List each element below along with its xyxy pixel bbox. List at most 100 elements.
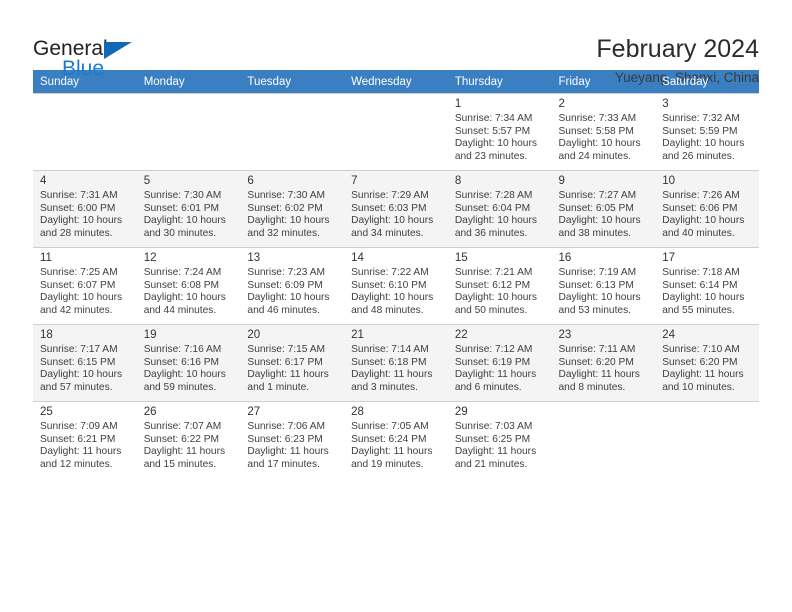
weekday-header-thursday: Thursday: [447, 70, 552, 93]
day-number: 3: [662, 98, 669, 110]
day-number: 6: [247, 175, 254, 187]
day-details: Sunrise: 7:31 AM Sunset: 6:00 PM Dayligh…: [40, 190, 123, 239]
day-number: 22: [454, 329, 468, 341]
day-details: Sunrise: 7:17 AM Sunset: 6:15 PM Dayligh…: [40, 344, 123, 393]
day-number: 15: [454, 252, 468, 264]
day-cell[interactable]: [33, 93, 137, 170]
logo-text-blue: Blue: [62, 57, 105, 80]
day-number: 9: [558, 175, 565, 187]
day-details: Sunrise: 7:19 AM Sunset: 6:13 PM Dayligh…: [558, 267, 641, 316]
day-number: 1: [454, 98, 462, 110]
day-details: Sunrise: 7:22 AM Sunset: 6:10 PM Dayligh…: [351, 267, 434, 316]
day-cell[interactable]: 8 Sunrise: 7:28 AM Sunset: 6:04 PM Daylig…: [447, 170, 552, 247]
day-details: Sunrise: 7:11 AM Sunset: 6:20 PM Dayligh…: [558, 344, 640, 393]
day-number: 7: [351, 175, 358, 187]
day-cell[interactable]: 2 Sunrise: 7:33 AM Sunset: 5:58 PM Daylig…: [551, 93, 656, 170]
weekday-header-wednesday: Wednesday: [344, 70, 448, 93]
day-details: Sunrise: 7:34 AM Sunset: 5:57 PM Dayligh…: [454, 113, 537, 162]
day-number: 11: [40, 252, 52, 264]
weekday-header-monday: Monday: [136, 70, 241, 93]
day-cell[interactable]: [136, 93, 241, 170]
day-number: 27: [247, 406, 261, 418]
day-cell[interactable]: 27 Sunrise: 7:06 AM Sunset: 6:23 PM Dayli…: [240, 401, 345, 478]
page-title: February 2024: [596, 35, 759, 63]
weekday-header-tuesday: Tuesday: [240, 70, 345, 93]
day-cell[interactable]: 18 Sunrise: 7:17 AM Sunset: 6:15 PM Dayli…: [33, 324, 137, 401]
page-header: General Blue February 2024 Yueyang, Shan…: [33, 0, 759, 85]
day-cell[interactable]: 9 Sunrise: 7:27 AM Sunset: 6:05 PM Daylig…: [551, 170, 656, 247]
day-cell[interactable]: 5 Sunrise: 7:30 AM Sunset: 6:01 PM Daylig…: [136, 170, 241, 247]
day-details: Sunrise: 7:27 AM Sunset: 6:05 PM Dayligh…: [558, 190, 641, 239]
day-cell[interactable]: 6 Sunrise: 7:30 AM Sunset: 6:02 PM Daylig…: [240, 170, 345, 247]
day-number: 13: [247, 252, 261, 264]
calendar-week-row: 1 Sunrise: 7:34 AM Sunset: 5:57 PM Daylig…: [33, 93, 759, 170]
day-cell[interactable]: 13 Sunrise: 7:23 AM Sunset: 6:09 PM Dayli…: [240, 247, 345, 324]
general-blue-logo: General Blue: [33, 34, 143, 82]
day-cell[interactable]: 28 Sunrise: 7:05 AM Sunset: 6:24 PM Dayli…: [344, 401, 448, 478]
day-details: Sunrise: 7:26 AM Sunset: 6:06 PM Dayligh…: [662, 190, 745, 239]
day-cell[interactable]: 29 Sunrise: 7:03 AM Sunset: 6:25 PM Dayli…: [447, 401, 552, 478]
day-details: Sunrise: 7:06 AM Sunset: 6:23 PM Dayligh…: [247, 421, 329, 470]
calendar-week-row: 11 Sunrise: 7:25 AM Sunset: 6:07 PM Dayli…: [33, 247, 759, 324]
day-number: 24: [662, 329, 676, 341]
calendar-week-row: 18 Sunrise: 7:17 AM Sunset: 6:15 PM Dayli…: [33, 324, 759, 401]
day-cell[interactable]: 14 Sunrise: 7:22 AM Sunset: 6:10 PM Dayli…: [344, 247, 448, 324]
calendar-week-row: 4 Sunrise: 7:31 AM Sunset: 6:00 PM Daylig…: [33, 170, 759, 247]
calendar-body: 1 Sunrise: 7:34 AM Sunset: 5:57 PM Daylig…: [33, 93, 759, 478]
day-cell[interactable]: [655, 401, 759, 478]
day-number: 16: [558, 252, 572, 264]
day-details: Sunrise: 7:30 AM Sunset: 6:01 PM Dayligh…: [143, 190, 226, 239]
day-cell[interactable]: 4 Sunrise: 7:31 AM Sunset: 6:00 PM Daylig…: [33, 170, 137, 247]
day-details: Sunrise: 7:14 AM Sunset: 6:18 PM Dayligh…: [351, 344, 433, 393]
day-cell[interactable]: 16 Sunrise: 7:19 AM Sunset: 6:13 PM Dayli…: [551, 247, 656, 324]
day-number: 4: [40, 175, 47, 187]
day-number: 21: [351, 329, 364, 341]
logo-triangle-icon: [104, 42, 132, 59]
day-number: 8: [454, 175, 462, 187]
day-cell[interactable]: 15 Sunrise: 7:21 AM Sunset: 6:12 PM Dayli…: [447, 247, 552, 324]
day-cell[interactable]: [344, 93, 448, 170]
day-cell[interactable]: 24 Sunrise: 7:10 AM Sunset: 6:20 PM Dayli…: [655, 324, 759, 401]
day-details: Sunrise: 7:07 AM Sunset: 6:22 PM Dayligh…: [143, 421, 226, 470]
day-cell[interactable]: [240, 93, 345, 170]
day-cell[interactable]: 21 Sunrise: 7:14 AM Sunset: 6:18 PM Dayli…: [344, 324, 448, 401]
day-details: Sunrise: 7:15 AM Sunset: 6:17 PM Dayligh…: [247, 344, 329, 393]
day-cell[interactable]: 11 Sunrise: 7:25 AM Sunset: 6:07 PM Dayli…: [33, 247, 137, 324]
day-cell[interactable]: 17 Sunrise: 7:18 AM Sunset: 6:14 PM Dayli…: [655, 247, 759, 324]
day-number: 18: [40, 329, 53, 341]
day-details: Sunrise: 7:33 AM Sunset: 5:58 PM Dayligh…: [558, 113, 641, 162]
calendar-week-row: 25 Sunrise: 7:09 AM Sunset: 6:21 PM Dayli…: [33, 401, 759, 478]
day-cell[interactable]: 10 Sunrise: 7:26 AM Sunset: 6:06 PM Dayli…: [655, 170, 759, 247]
day-number: 25: [40, 406, 53, 418]
day-cell[interactable]: [551, 401, 656, 478]
day-details: Sunrise: 7:12 AM Sunset: 6:19 PM Dayligh…: [454, 344, 537, 393]
day-number: 23: [558, 329, 572, 341]
calendar-page: General Blue February 2024 Yueyang, Shan…: [0, 0, 792, 612]
day-cell[interactable]: 1 Sunrise: 7:34 AM Sunset: 5:57 PM Daylig…: [447, 93, 552, 170]
day-details: Sunrise: 7:21 AM Sunset: 6:12 PM Dayligh…: [454, 267, 537, 316]
day-cell[interactable]: 7 Sunrise: 7:29 AM Sunset: 6:03 PM Daylig…: [344, 170, 448, 247]
day-number: 19: [143, 329, 157, 341]
day-details: Sunrise: 7:16 AM Sunset: 6:16 PM Dayligh…: [143, 344, 226, 393]
day-cell[interactable]: 22 Sunrise: 7:12 AM Sunset: 6:19 PM Dayli…: [447, 324, 552, 401]
day-details: Sunrise: 7:29 AM Sunset: 6:03 PM Dayligh…: [351, 190, 434, 239]
day-number: 26: [143, 406, 157, 418]
day-cell[interactable]: 25 Sunrise: 7:09 AM Sunset: 6:21 PM Dayli…: [33, 401, 137, 478]
day-number: 17: [662, 252, 676, 264]
day-details: Sunrise: 7:32 AM Sunset: 5:59 PM Dayligh…: [662, 113, 745, 162]
day-cell[interactable]: 12 Sunrise: 7:24 AM Sunset: 6:08 PM Dayli…: [136, 247, 241, 324]
day-cell[interactable]: 3 Sunrise: 7:32 AM Sunset: 5:59 PM Daylig…: [655, 93, 759, 170]
day-details: Sunrise: 7:23 AM Sunset: 6:09 PM Dayligh…: [247, 267, 330, 316]
day-number: 20: [247, 329, 261, 341]
day-number: 14: [351, 252, 364, 264]
day-details: Sunrise: 7:28 AM Sunset: 6:04 PM Dayligh…: [454, 190, 537, 239]
day-number: 10: [662, 175, 676, 187]
day-details: Sunrise: 7:09 AM Sunset: 6:21 PM Dayligh…: [40, 421, 122, 470]
day-details: Sunrise: 7:25 AM Sunset: 6:07 PM Dayligh…: [40, 267, 123, 316]
day-cell[interactable]: 20 Sunrise: 7:15 AM Sunset: 6:17 PM Dayli…: [240, 324, 345, 401]
day-cell[interactable]: 26 Sunrise: 7:07 AM Sunset: 6:22 PM Dayli…: [136, 401, 241, 478]
day-cell[interactable]: 19 Sunrise: 7:16 AM Sunset: 6:16 PM Dayli…: [136, 324, 241, 401]
day-details: Sunrise: 7:05 AM Sunset: 6:24 PM Dayligh…: [351, 421, 433, 470]
day-details: Sunrise: 7:10 AM Sunset: 6:20 PM Dayligh…: [662, 344, 744, 393]
day-cell[interactable]: 23 Sunrise: 7:11 AM Sunset: 6:20 PM Dayli…: [551, 324, 656, 401]
